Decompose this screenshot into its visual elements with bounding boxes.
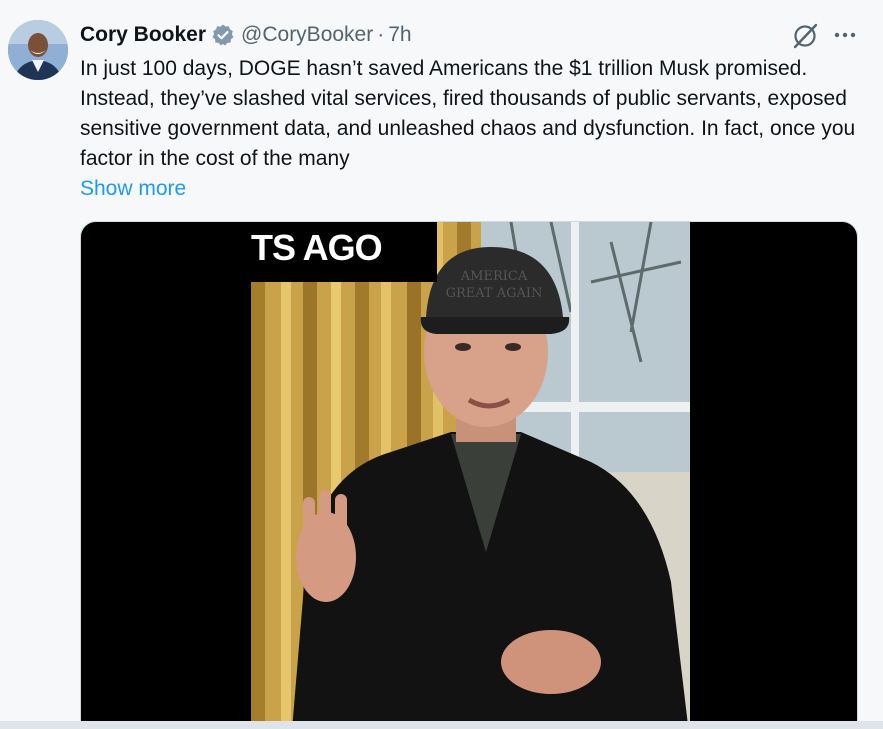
- show-more-link[interactable]: Show more: [80, 174, 186, 204]
- grok-icon[interactable]: [791, 22, 819, 50]
- more-options-icon[interactable]: [832, 22, 858, 48]
- tweet-text: In just 100 days, DOGE hasn’t saved Amer…: [80, 57, 856, 170]
- header-separator: ·: [377, 23, 385, 46]
- author-name[interactable]: Cory Booker: [80, 22, 206, 48]
- video-caption-text: TS AGO: [251, 227, 383, 268]
- svg-text:AMERICA: AMERICA: [460, 269, 528, 284]
- svg-text:GREAT AGAIN: GREAT AGAIN: [446, 286, 543, 301]
- tweet[interactable]: Cory Booker @CoryBooker · 7h In just 100…: [0, 0, 883, 729]
- verified-badge-icon[interactable]: [211, 23, 235, 47]
- video-frame: AMERICA GREAT AGAIN TS AGO: [251, 222, 690, 729]
- tweet-video[interactable]: AMERICA GREAT AGAIN TS AGO: [80, 221, 858, 729]
- tweet-timestamp[interactable]: 7h: [388, 22, 411, 48]
- tweet-header: Cory Booker @CoryBooker · 7h: [80, 22, 412, 48]
- bottom-divider: [0, 721, 883, 729]
- video-caption-box: TS AGO: [251, 222, 437, 282]
- author-avatar[interactable]: [8, 20, 68, 80]
- author-handle[interactable]: @CoryBooker: [241, 22, 373, 48]
